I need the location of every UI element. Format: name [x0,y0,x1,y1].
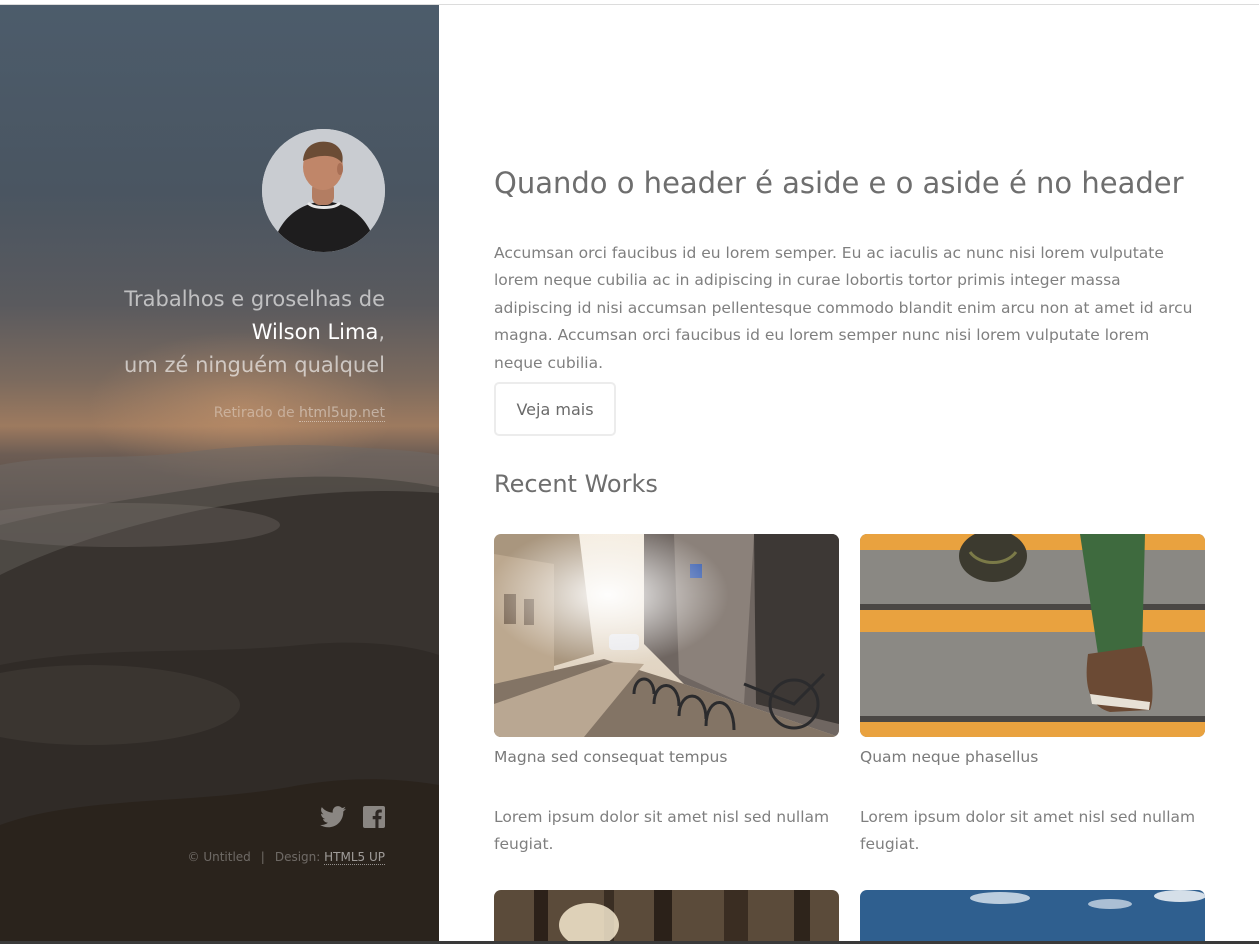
copyright-text: © Untitled [187,850,251,864]
twitter-icon[interactable] [320,805,346,829]
recent-works-title: Recent Works [494,470,658,498]
author-name: Wilson Lima [251,320,379,344]
work-thumbnail-sky[interactable] [860,890,1205,941]
work-description: Lorem ipsum dolor sit amet nisl sed null… [494,808,830,853]
work-item: Quam neque phasellus Lorem ipsum dolor s… [860,534,1205,853]
credit-text: Retirado de [213,405,300,421]
facebook-icon[interactable] [362,805,386,829]
tagline-comma: , [378,320,385,344]
sidebar-header: Trabalhos e groselhas de Wilson Lima, um… [0,5,439,941]
html5up-link[interactable]: html5up.net [299,405,385,422]
sidebar-footer: © Untitled | Design: HTML5 UP [187,850,385,865]
credit-line: Retirado de html5up.net [213,405,385,422]
intro-paragraph: Accumsan orci faucibus id eu lorem sempe… [494,244,1193,372]
social-links [320,805,386,829]
design-label: Design: [274,850,325,864]
work-item: Magna sed consequat tempus Lorem ipsum d… [494,534,839,853]
work-thumbnail-stairs[interactable] [860,534,1205,737]
footer-separator: | [260,850,265,864]
work-thumbnail-forest[interactable] [494,890,839,941]
tagline: Trabalhos e groselhas de Wilson Lima, um… [25,283,385,382]
tagline-suffix: um zé ninguém qualquel [124,353,385,377]
work-title[interactable]: Quam neque phasellus [860,748,1038,766]
tagline-prefix: Trabalhos e groselhas de [124,287,385,311]
html5up-design-link[interactable]: HTML5 UP [324,850,385,865]
avatar [262,129,385,252]
work-title[interactable]: Magna sed consequat tempus [494,748,727,766]
veja-mais-button[interactable]: Veja mais [494,382,616,436]
work-description: Lorem ipsum dolor sit amet nisl sed null… [860,808,1196,853]
page-title: Quando o header é aside e o aside é no h… [494,166,1184,200]
landscape-background [0,305,439,941]
work-thumbnail-street[interactable] [494,534,839,737]
